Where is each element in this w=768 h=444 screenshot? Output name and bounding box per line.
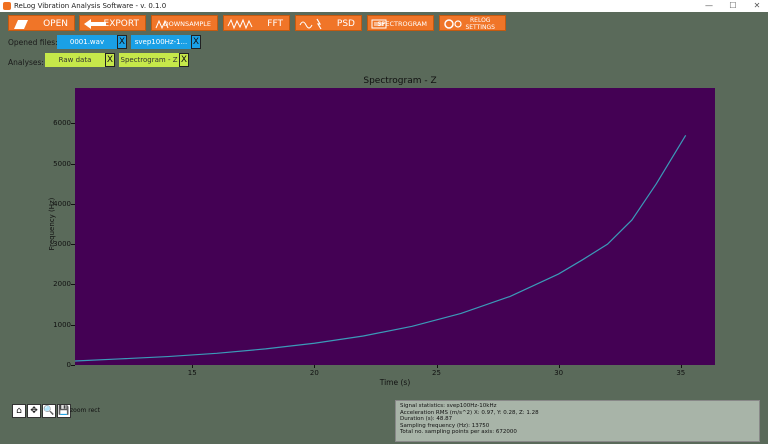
y-tick-mark — [71, 163, 75, 165]
stats-line-duration: Duration (s): 48.87 — [400, 416, 453, 423]
y-tick-mark — [71, 365, 75, 366]
downsample-button[interactable]: DOWNSAMPLE — [151, 15, 218, 31]
export-button[interactable]: EXPORT — [79, 15, 146, 31]
spectrogram-button[interactable]: SPECTROGRAM — [367, 15, 434, 31]
signal-statistics-panel: Signal statistics: svep100Hz-10kHz Accel… — [395, 400, 760, 442]
chart-title: Spectrogram - Z — [363, 76, 437, 86]
relog-settings-button[interactable]: RELOG SETTINGS — [439, 15, 506, 31]
x-tick-mark — [558, 365, 560, 368]
analysis-tab-raw-data[interactable]: Raw data — [45, 53, 105, 67]
spectrogram-ridge-0 — [74, 135, 687, 362]
file-tab-svep100hz[interactable]: svep100Hz-1... — [131, 35, 191, 49]
window-title: ReLog Vibration Analysis Software - v. 0… — [14, 2, 167, 10]
home-icon[interactable]: ⌂ — [12, 404, 26, 418]
spectrogram-label: SPECTROGRAM — [377, 20, 427, 28]
y-tick-mark — [71, 203, 75, 205]
folder-icon — [14, 20, 28, 29]
plot-nav-toolbar: ⌂ ✥ 🔍 💾 — [12, 404, 72, 418]
x-tick-label: 15 — [187, 369, 197, 377]
y-tick-mark — [71, 244, 75, 246]
y-tick-label: 2000 — [53, 280, 71, 289]
stats-line-sampling: Sampling frequency (Hz): 13750 — [400, 422, 490, 429]
gear-icon — [444, 19, 462, 29]
y-tick-mark — [71, 123, 75, 125]
app-icon — [3, 2, 11, 10]
stats-line-rms: Acceleration RMS (m/s^2) X: 0.97, Y: 0.2… — [400, 409, 539, 416]
x-axis-label: Time (s) — [379, 378, 411, 387]
y-tick-label: 6000 — [53, 119, 71, 128]
analyses-label: Analyses: — [8, 58, 44, 67]
y-tick-mark — [71, 284, 75, 286]
title-bar: ReLog Vibration Analysis Software - v. 0… — [0, 0, 768, 12]
y-axis-label: Frequency (Hz) — [48, 197, 56, 251]
file-close-0001[interactable]: X — [117, 35, 127, 49]
y-tick-label: 0 — [66, 361, 71, 369]
y-tick-label: 5000 — [53, 159, 71, 168]
open-button[interactable]: OPEN — [8, 15, 75, 31]
spectrogram-svg — [74, 135, 687, 362]
x-tick-label: 20 — [309, 369, 319, 377]
fft-button[interactable]: FFT — [223, 15, 290, 31]
x-tick-label: 35 — [676, 369, 686, 377]
minimize-button[interactable]: — — [698, 0, 720, 12]
spectrogram-plot-area[interactable] — [74, 88, 715, 365]
psd-button[interactable]: PSD — [295, 15, 362, 31]
pan-icon[interactable]: ✥ — [27, 404, 41, 418]
file-close-svep100hz[interactable]: X — [191, 35, 201, 49]
zoom-icon[interactable]: 🔍 — [42, 404, 56, 418]
relog-settings-label: RELOG SETTINGS — [465, 17, 495, 31]
psd-label: PSD — [336, 19, 355, 29]
analysis-tab-spectrogram-z[interactable]: Spectrogram - Z — [119, 53, 179, 67]
analysis-close-spectrogram-z[interactable]: X — [179, 53, 189, 67]
fft-label: FFT — [267, 19, 283, 29]
stats-line-points: Total no. sampling points per axis: 6720… — [400, 429, 517, 436]
nav-mode-label: zoom rect — [70, 407, 100, 414]
fft-wave-icon — [227, 18, 253, 30]
x-tick-label: 25 — [432, 369, 441, 377]
psd-wave-icon — [299, 18, 322, 30]
x-tick-label: 30 — [554, 369, 564, 377]
y-tick-label: 1000 — [53, 320, 71, 329]
stats-line-signal: Signal statistics: svep100Hz-10kHz — [400, 403, 497, 409]
maximize-button[interactable]: ☐ — [722, 0, 744, 12]
x-tick-mark — [436, 365, 438, 368]
opened-files-label: Opened files: — [8, 38, 58, 47]
y-tick-mark — [71, 324, 75, 326]
x-tick-mark — [680, 365, 682, 368]
analysis-close-raw-data[interactable]: X — [105, 53, 115, 67]
x-tick-mark — [314, 365, 316, 368]
x-tick-mark — [192, 365, 194, 368]
export-label: EXPORT — [103, 19, 139, 29]
open-label: OPEN — [43, 19, 68, 29]
downsample-label: DOWNSAMPLE — [163, 20, 211, 28]
save-icon[interactable]: 💾 — [57, 404, 71, 418]
close-button[interactable]: ✕ — [746, 0, 768, 12]
file-tab-0001[interactable]: 0001.wav — [57, 35, 117, 49]
